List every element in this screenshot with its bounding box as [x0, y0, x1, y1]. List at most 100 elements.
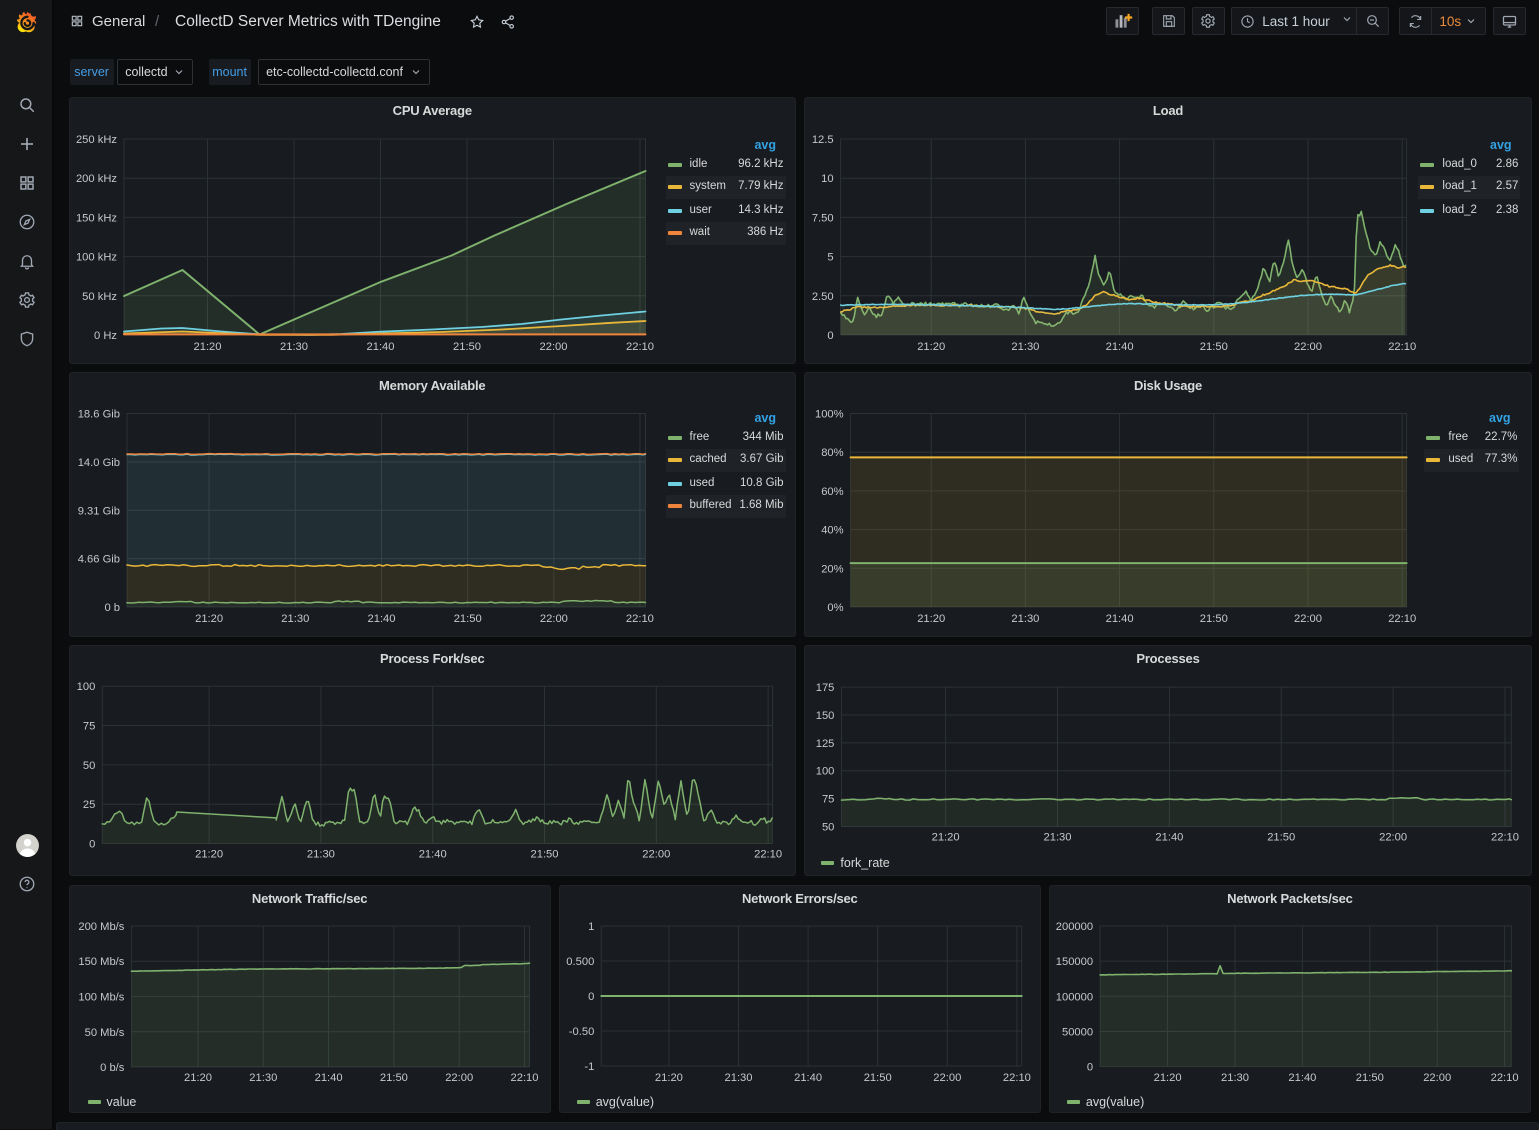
svg-text:21:30: 21:30 — [280, 341, 308, 353]
svg-text:50: 50 — [82, 759, 94, 771]
svg-text:21:50: 21:50 — [453, 341, 481, 353]
svg-text:21:30: 21:30 — [306, 848, 334, 860]
svg-text:21:20: 21:20 — [195, 848, 223, 860]
svg-text:10: 10 — [822, 173, 834, 185]
svg-text:150000: 150000 — [1056, 956, 1093, 968]
svg-text:18.6 Gib: 18.6 Gib — [77, 408, 119, 420]
svg-text:0: 0 — [588, 991, 594, 1003]
svg-text:60%: 60% — [822, 485, 844, 497]
svg-text:22:00: 22:00 — [539, 341, 567, 353]
svg-text:21:20: 21:20 — [918, 341, 946, 353]
svg-text:21:30: 21:30 — [1012, 341, 1040, 353]
svg-text:22:10: 22:10 — [510, 1072, 538, 1084]
svg-text:9.31 Gib: 9.31 Gib — [77, 505, 119, 517]
svg-text:20%: 20% — [822, 563, 844, 575]
svg-text:21:50: 21:50 — [379, 1072, 407, 1084]
svg-text:0: 0 — [828, 330, 834, 342]
svg-text:0%: 0% — [828, 602, 844, 614]
svg-text:22:10: 22:10 — [1003, 1072, 1031, 1084]
svg-text:21:20: 21:20 — [655, 1072, 683, 1084]
svg-text:21:50: 21:50 — [1200, 613, 1228, 625]
svg-text:21:40: 21:40 — [794, 1072, 822, 1084]
svg-text:50000: 50000 — [1062, 1026, 1093, 1038]
svg-text:80%: 80% — [822, 447, 844, 459]
svg-text:22:00: 22:00 — [642, 848, 670, 860]
svg-text:250 kHz: 250 kHz — [75, 134, 116, 146]
svg-text:21:20: 21:20 — [932, 831, 960, 843]
svg-text:22:10: 22:10 — [625, 613, 653, 625]
svg-text:100000: 100000 — [1056, 991, 1093, 1003]
svg-text:25: 25 — [82, 799, 94, 811]
svg-text:22:00: 22:00 — [1294, 613, 1322, 625]
svg-text:4.66 Gib: 4.66 Gib — [77, 553, 119, 565]
svg-text:12.5: 12.5 — [812, 134, 834, 146]
svg-text:21:40: 21:40 — [1106, 341, 1134, 353]
svg-text:50 Mb/s: 50 Mb/s — [84, 1026, 124, 1038]
svg-text:100 Mb/s: 100 Mb/s — [78, 991, 124, 1003]
svg-text:21:40: 21:40 — [314, 1072, 342, 1084]
svg-text:21:30: 21:30 — [281, 613, 309, 625]
svg-text:0: 0 — [1087, 1061, 1093, 1073]
svg-text:100%: 100% — [815, 408, 844, 420]
svg-text:40%: 40% — [822, 524, 844, 536]
svg-text:21:20: 21:20 — [195, 613, 223, 625]
svg-text:200 Mb/s: 200 Mb/s — [78, 921, 124, 933]
svg-text:175: 175 — [816, 682, 835, 694]
svg-text:21:20: 21:20 — [193, 341, 221, 353]
svg-text:100 kHz: 100 kHz — [75, 252, 116, 264]
svg-text:5: 5 — [828, 252, 834, 264]
svg-text:100: 100 — [816, 765, 835, 777]
svg-text:22:00: 22:00 — [445, 1072, 473, 1084]
svg-text:0 b/s: 0 b/s — [100, 1062, 125, 1074]
svg-text:22:00: 22:00 — [1423, 1072, 1451, 1084]
svg-text:21:40: 21:40 — [366, 341, 394, 353]
svg-text:21:30: 21:30 — [1221, 1072, 1249, 1084]
svg-text:-0.50: -0.50 — [568, 1026, 594, 1038]
svg-text:21:50: 21:50 — [530, 848, 558, 860]
svg-text:22:00: 22:00 — [539, 613, 567, 625]
svg-text:0.500: 0.500 — [566, 956, 594, 968]
svg-text:22:00: 22:00 — [1379, 831, 1407, 843]
svg-text:22:10: 22:10 — [754, 848, 782, 860]
svg-text:100: 100 — [76, 681, 95, 693]
svg-text:21:20: 21:20 — [1153, 1072, 1181, 1084]
svg-text:21:40: 21:40 — [1288, 1072, 1316, 1084]
svg-text:21:30: 21:30 — [724, 1072, 752, 1084]
svg-text:21:50: 21:50 — [863, 1072, 891, 1084]
svg-text:2.50: 2.50 — [812, 291, 834, 303]
svg-text:0 Hz: 0 Hz — [93, 330, 116, 342]
svg-text:22:10: 22:10 — [1491, 831, 1519, 843]
svg-text:22:10: 22:10 — [1389, 341, 1417, 353]
svg-text:200000: 200000 — [1056, 920, 1093, 932]
svg-text:21:30: 21:30 — [249, 1072, 277, 1084]
svg-text:14.0 Gib: 14.0 Gib — [77, 456, 119, 468]
svg-text:22:10: 22:10 — [1490, 1072, 1518, 1084]
svg-text:22:00: 22:00 — [933, 1072, 961, 1084]
svg-text:0 b: 0 b — [104, 602, 120, 614]
svg-text:21:20: 21:20 — [184, 1072, 212, 1084]
svg-text:150 kHz: 150 kHz — [75, 212, 116, 224]
svg-text:50: 50 — [822, 821, 834, 833]
svg-text:21:40: 21:40 — [367, 613, 395, 625]
svg-text:21:40: 21:40 — [1106, 613, 1134, 625]
svg-text:150 Mb/s: 150 Mb/s — [78, 956, 124, 968]
svg-text:125: 125 — [816, 737, 835, 749]
svg-text:22:10: 22:10 — [1389, 613, 1417, 625]
svg-text:21:20: 21:20 — [918, 613, 946, 625]
svg-text:200 kHz: 200 kHz — [75, 173, 116, 185]
svg-text:22:00: 22:00 — [1294, 341, 1322, 353]
svg-text:21:50: 21:50 — [1356, 1072, 1384, 1084]
svg-text:22:10: 22:10 — [626, 341, 654, 353]
svg-text:75: 75 — [822, 793, 834, 805]
svg-text:7.50: 7.50 — [812, 212, 834, 224]
svg-text:21:50: 21:50 — [1200, 341, 1228, 353]
svg-text:150: 150 — [816, 710, 835, 722]
svg-text:-1: -1 — [584, 1061, 594, 1073]
svg-text:21:50: 21:50 — [453, 613, 481, 625]
svg-text:1: 1 — [588, 921, 594, 933]
svg-text:21:30: 21:30 — [1044, 831, 1072, 843]
svg-text:21:40: 21:40 — [1156, 831, 1184, 843]
svg-text:50 kHz: 50 kHz — [82, 291, 117, 303]
svg-text:21:50: 21:50 — [1268, 831, 1296, 843]
svg-text:21:30: 21:30 — [1012, 613, 1040, 625]
